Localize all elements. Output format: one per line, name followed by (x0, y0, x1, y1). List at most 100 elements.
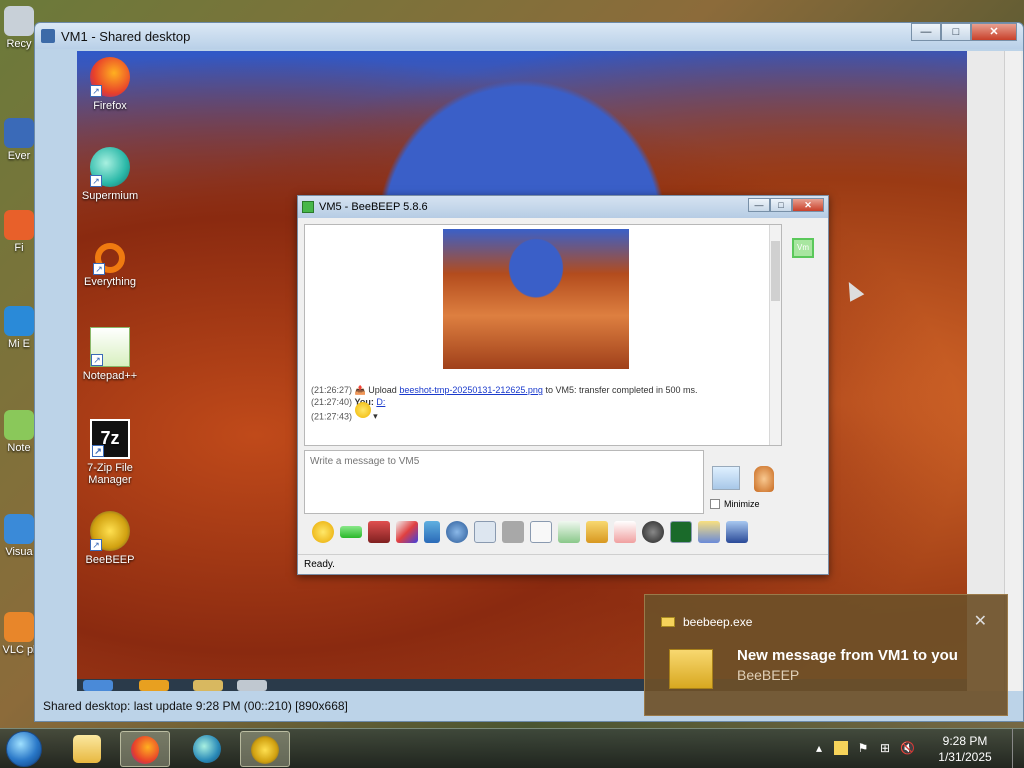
minimize-button[interactable]: — (911, 23, 941, 41)
chat-close-button[interactable]: ✕ (792, 198, 824, 212)
guest-taskbar-item[interactable] (139, 680, 169, 691)
vm-window-controls: — □ ✕ (911, 23, 1017, 41)
shortcut-arrow-icon: ↗ (90, 539, 102, 551)
7zip-icon: 7z ↗ (90, 419, 130, 459)
share-desktop-icon[interactable] (670, 521, 692, 543)
beebeep-app-icon (302, 201, 314, 213)
bee-icon (251, 736, 279, 764)
chat-titlebar[interactable]: VM5 - BeeBEEP 5.8.6 — □ ✕ (298, 196, 828, 218)
message-line: (21:27:43) ▾ (311, 401, 378, 422)
send-folder-icon[interactable] (586, 521, 608, 543)
nudge-icon[interactable] (340, 526, 362, 538)
toast-app: beebeep.exe (661, 615, 752, 629)
host-icon-everything[interactable]: Ever (2, 118, 36, 162)
save-chat-icon[interactable] (502, 521, 524, 543)
save-icon[interactable] (726, 521, 748, 543)
clear-chat-icon[interactable] (614, 521, 636, 543)
minimize-checkbox[interactable] (710, 499, 720, 509)
chat-maximize-button[interactable]: □ (770, 198, 792, 212)
music-note-icon[interactable] (530, 521, 552, 543)
host-icon-recycle-bin[interactable]: Recy (2, 6, 36, 50)
upload-file-link[interactable]: beeshot-tmp-20250131-212625.png (399, 385, 543, 395)
message-scrollbar[interactable] (769, 225, 781, 445)
new-message-icon (669, 649, 713, 689)
taskbar: ▴ ⚑ ⊞ 🔇 9:28 PM 1/31/2025 (0, 728, 1024, 768)
filter-icon[interactable] (424, 521, 440, 543)
guest-icon-7zip[interactable]: 7z ↗ 7-Zip File Manager (77, 419, 145, 486)
close-button[interactable]: ✕ (971, 23, 1017, 41)
minimize-option[interactable]: Minimize (710, 499, 760, 509)
supermium-icon: ↗ (90, 147, 130, 187)
spell-check-icon[interactable] (474, 521, 496, 543)
firefox-icon (131, 736, 159, 764)
host-icon-notepad[interactable]: Note (2, 410, 36, 454)
firefox-icon (4, 210, 34, 240)
supermium-icon (193, 735, 221, 763)
toast-subtitle: BeeBEEP (737, 667, 800, 683)
font-color-icon[interactable] (396, 521, 418, 543)
action-center-flag-icon[interactable]: ⚑ (856, 741, 870, 755)
microphone-icon[interactable] (754, 466, 774, 492)
vm-titlebar[interactable]: VM1 - Shared desktop — □ ✕ (35, 23, 1023, 49)
send-message-button[interactable] (712, 466, 740, 490)
guest-taskbar-item[interactable] (193, 680, 223, 691)
app-icon (41, 29, 55, 43)
show-hidden-icons-icon[interactable]: ▴ (812, 741, 826, 755)
beebeep-tray-icon[interactable] (834, 741, 848, 755)
host-icon-firefox[interactable]: Fi (2, 210, 36, 254)
taskbar-firefox[interactable] (120, 731, 170, 767)
guest-icon-everything[interactable]: ↗ Everything (77, 237, 145, 288)
taskbar-explorer[interactable] (62, 731, 112, 767)
delivered-indicator-icon: ▾ (373, 411, 378, 421)
firefox-icon: ↗ (90, 57, 130, 97)
message-line: (21:26:27) 📤 Upload beeshot-tmp-20250131… (311, 385, 698, 395)
emoticons-icon[interactable] (312, 521, 334, 543)
system-tray: ▴ ⚑ ⊞ 🔇 (812, 741, 915, 755)
guest-icon-notepadplusplus[interactable]: ↗ Notepad++ (77, 327, 145, 382)
group-chat-icon[interactable] (698, 521, 720, 543)
screenshot-thumbnail[interactable] (443, 229, 629, 369)
guest-icon-beebeep[interactable]: ↗ BeeBEEP (77, 511, 145, 566)
host-icon-edge[interactable]: Mi E (2, 306, 36, 350)
recycle-bin-icon (4, 6, 34, 36)
everything-icon: ↗ (93, 243, 125, 275)
chat-minimize-button[interactable]: — (748, 198, 770, 212)
taskbar-supermium[interactable] (182, 731, 232, 767)
mouse-cursor-icon (841, 278, 865, 302)
clock-time: 9:28 PM (942, 734, 988, 748)
message-history[interactable]: (21:26:27) 📤 Upload beeshot-tmp-20250131… (304, 224, 782, 446)
guest-icon-firefox[interactable]: ↗ Firefox (77, 57, 145, 112)
guest-icon-supermium[interactable]: ↗ Supermium (77, 147, 145, 202)
message-line: (21:27:40) You: D: (311, 397, 386, 407)
shortcut-arrow-icon: ↗ (92, 445, 104, 457)
notification-toast[interactable]: beebeep.exe ✕ New message from VM1 to yo… (644, 594, 1008, 716)
beebeep-chat-window[interactable]: VM5 - BeeBEEP 5.8.6 — □ ✕ (21:26:27) 📤 U… (297, 195, 829, 575)
start-button[interactable] (6, 731, 42, 767)
show-desktop-button[interactable] (1012, 729, 1024, 768)
message-input[interactable] (310, 456, 700, 467)
toast-headline: New message from VM1 to you (737, 647, 958, 664)
message-input-box[interactable] (304, 450, 704, 514)
shortcut-arrow-icon: ↗ (90, 175, 102, 187)
vm-user-avatar[interactable]: Vm (792, 238, 814, 258)
upload-icon: 📤 (354, 385, 366, 395)
maximize-button[interactable]: □ (941, 23, 971, 41)
notepadplusplus-icon: ↗ (90, 327, 130, 367)
host-icon-vlc[interactable]: VLC pl (2, 612, 36, 656)
shortcut-arrow-icon: ↗ (90, 85, 102, 97)
send-file-icon[interactable] (558, 521, 580, 543)
toast-close-button[interactable]: ✕ (974, 611, 987, 631)
taskbar-clock[interactable]: 9:28 PM 1/31/2025 (930, 733, 1000, 765)
settings-gear-icon[interactable] (446, 521, 468, 543)
guest-taskbar-item[interactable] (237, 680, 267, 691)
network-icon[interactable]: ⊞ (878, 741, 892, 755)
taskbar-beebeep[interactable] (240, 731, 290, 767)
volume-muted-icon[interactable]: 🔇 (900, 741, 915, 755)
guest-start-icon[interactable] (83, 680, 113, 691)
shortcut-arrow-icon: ↗ (91, 354, 103, 366)
scrollbar-thumb[interactable] (771, 241, 780, 301)
host-icon-visual-studio[interactable]: Visua (2, 514, 36, 558)
screenshot-icon[interactable] (642, 521, 664, 543)
font-icon[interactable] (368, 521, 390, 543)
smiley-emoji-icon (354, 401, 371, 418)
